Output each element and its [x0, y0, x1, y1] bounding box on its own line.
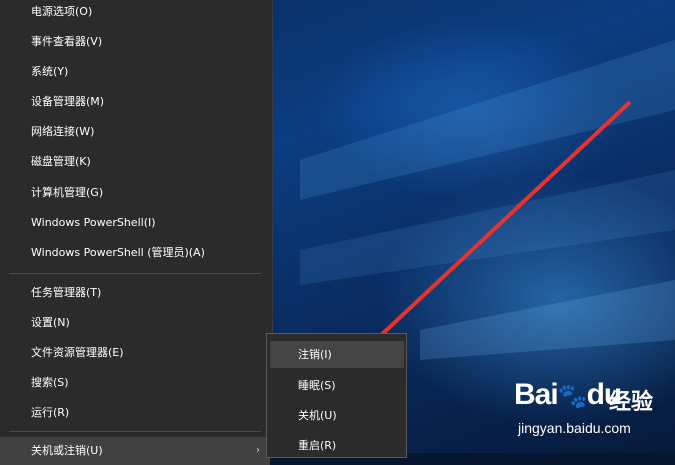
- menu-item-task-manager[interactable]: 任务管理器(T): [0, 279, 270, 307]
- chevron-right-icon: ›: [256, 445, 260, 456]
- menu-item-power-options[interactable]: 电源选项(O): [0, 0, 270, 26]
- menu-item-powershell[interactable]: Windows PowerShell(I): [0, 209, 270, 237]
- menu-item-search[interactable]: 搜索(S): [0, 369, 270, 397]
- menu-item-event-viewer[interactable]: 事件查看器(V): [0, 28, 270, 56]
- submenu-item-sign-out[interactable]: 注销(I): [270, 341, 404, 368]
- menu-item-file-explorer[interactable]: 文件资源管理器(E): [0, 339, 270, 367]
- menu-item-shutdown-or-sign-out[interactable]: 关机或注销(U) ›: [0, 437, 270, 465]
- menu-item-system[interactable]: 系统(Y): [0, 58, 270, 86]
- menu-separator: [9, 431, 261, 432]
- menu-item-label: 关机或注销(U): [31, 444, 103, 457]
- menu-item-computer-management[interactable]: 计算机管理(G): [0, 179, 270, 207]
- menu-item-settings[interactable]: 设置(N): [0, 309, 270, 337]
- paw-icon: 🐾: [557, 383, 588, 410]
- submenu-item-shut-down[interactable]: 关机(U): [270, 402, 404, 429]
- arrow-shaft: [360, 100, 632, 355]
- baidu-logo-text: Bai: [514, 378, 559, 411]
- menu-item-device-manager[interactable]: 设备管理器(M): [0, 88, 270, 116]
- watermark-url: jingyan.baidu.com: [518, 420, 631, 436]
- winx-context-menu: 电源选项(O) 事件查看器(V) 系统(Y) 设备管理器(M) 网络连接(W) …: [0, 0, 273, 465]
- submenu-item-restart[interactable]: 重启(R): [270, 432, 404, 459]
- menu-item-powershell-admin[interactable]: Windows PowerShell (管理员)(A): [0, 239, 270, 267]
- menu-item-network-connections[interactable]: 网络连接(W): [0, 118, 270, 146]
- menu-item-run[interactable]: 运行(R): [0, 399, 270, 427]
- baidu-logo: Bai🐾du: [514, 378, 622, 412]
- shutdown-submenu: 注销(I) 睡眠(S) 关机(U) 重启(R): [266, 333, 407, 458]
- menu-item-disk-management[interactable]: 磁盘管理(K): [0, 148, 270, 176]
- jingyan-label: 经验: [609, 389, 654, 414]
- baidu-jingyan-watermark: Bai🐾du 经验 jingyan.baidu.com: [512, 378, 672, 448]
- menu-separator: [9, 273, 261, 274]
- submenu-item-sleep[interactable]: 睡眠(S): [270, 372, 404, 399]
